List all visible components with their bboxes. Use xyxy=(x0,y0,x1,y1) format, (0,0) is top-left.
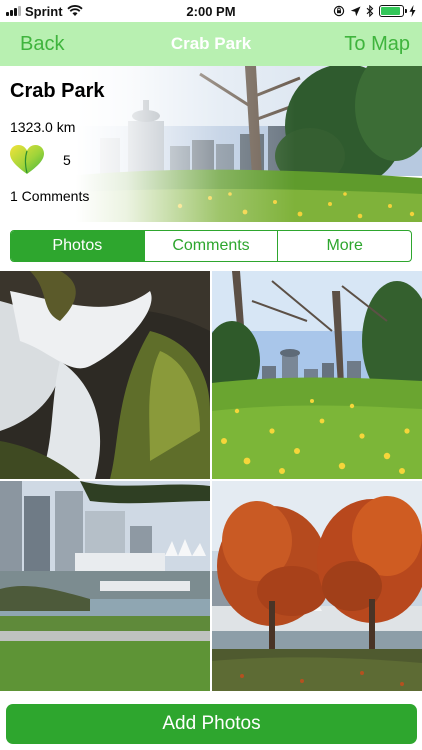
autumn-trees-photo xyxy=(212,481,422,691)
park-header: Crab Park 1323.0 km 5 1 Comments xyxy=(0,66,422,222)
wifi-icon xyxy=(66,5,83,16)
to-map-button[interactable]: To Map xyxy=(344,33,410,56)
tab-bar: Photos Comments More xyxy=(10,230,412,262)
status-right xyxy=(333,5,416,17)
status-left: Sprint xyxy=(6,4,83,19)
back-button[interactable]: Back xyxy=(20,33,64,56)
park-lawn-photo xyxy=(212,271,422,479)
bluetooth-icon xyxy=(366,5,374,17)
photo-tile-park-lawn[interactable] xyxy=(212,271,422,479)
battery-icon xyxy=(379,5,407,17)
park-name: Crab Park xyxy=(10,80,105,102)
tab-photos[interactable]: Photos xyxy=(11,231,145,261)
status-bar: Sprint 2:00 PM xyxy=(0,0,422,22)
photo-tile-harbour[interactable] xyxy=(0,481,210,691)
lock-rotation-icon xyxy=(333,5,345,17)
park-distance: 1323.0 km xyxy=(10,119,76,135)
harbour-skyline-photo xyxy=(0,481,210,691)
tab-comments[interactable]: Comments xyxy=(145,231,279,261)
add-photos-button[interactable]: Add Photos xyxy=(6,704,417,744)
carrier-label: Sprint xyxy=(25,3,63,19)
tab-more[interactable]: More xyxy=(278,231,411,261)
location-icon xyxy=(350,6,361,16)
nav-bar: Back Crab Park To Map xyxy=(0,22,422,66)
like-count: 5 xyxy=(63,152,71,168)
photo-grid xyxy=(0,271,422,691)
waterfall-photo xyxy=(0,271,210,479)
signal-icon xyxy=(6,6,21,16)
charging-icon xyxy=(409,5,416,17)
battery-fill xyxy=(381,7,400,15)
photo-tile-waterfall[interactable] xyxy=(0,271,210,479)
heart-like-icon[interactable] xyxy=(10,145,44,175)
comments-count[interactable]: 1 Comments xyxy=(10,188,89,204)
photo-tile-autumn-trees[interactable] xyxy=(212,481,422,691)
